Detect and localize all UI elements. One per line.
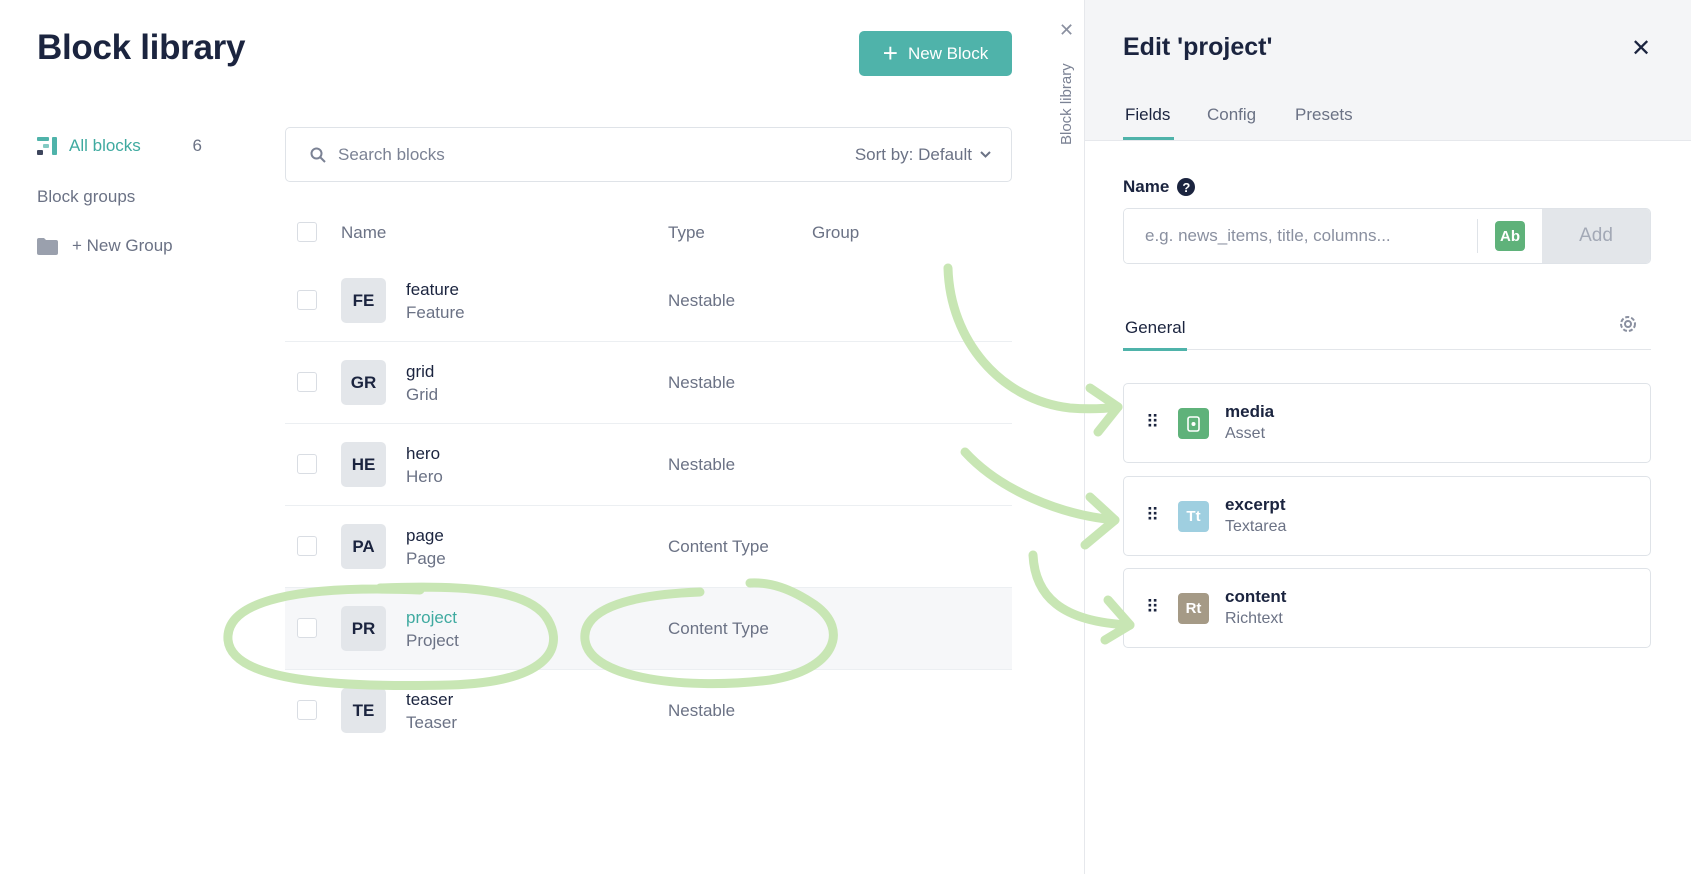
sort-dropdown[interactable]: Sort by: Default bbox=[855, 145, 991, 165]
block-avatar: FE bbox=[341, 278, 386, 323]
block-display-name: Feature bbox=[406, 303, 465, 322]
field-type: Asset bbox=[1225, 425, 1266, 442]
block-type: Nestable bbox=[668, 455, 736, 474]
block-name: project bbox=[406, 608, 458, 627]
select-all-checkbox[interactable] bbox=[297, 222, 317, 242]
row-checkbox[interactable] bbox=[297, 454, 317, 474]
block-display-name: Grid bbox=[406, 385, 439, 404]
help-icon[interactable]: ? bbox=[1177, 178, 1196, 196]
block-type: Nestable bbox=[668, 373, 736, 392]
table-row[interactable]: TE teaser Teaser Nestable bbox=[285, 670, 1012, 752]
add-field-button[interactable]: Add bbox=[1542, 209, 1650, 263]
editor-title: Edit 'project' bbox=[1123, 33, 1273, 61]
block-display-name: Hero bbox=[406, 467, 443, 486]
block-avatar: PR bbox=[341, 606, 386, 651]
blocks-icon bbox=[37, 137, 57, 155]
block-library-side-tab[interactable]: Block library bbox=[1058, 63, 1075, 145]
tab-fields[interactable]: Fields bbox=[1125, 105, 1170, 125]
search-icon bbox=[310, 147, 326, 163]
plus-icon: + bbox=[882, 37, 898, 68]
new-block-label: New Block bbox=[907, 43, 989, 63]
block-type: Content Type bbox=[668, 537, 769, 556]
annotation-arrowhead bbox=[1085, 383, 1123, 437]
column-header-type: Type bbox=[668, 222, 705, 242]
textarea-icon: Tt bbox=[1178, 501, 1209, 532]
page-title: Block library bbox=[37, 28, 246, 67]
table-row[interactable]: GR grid Grid Nestable bbox=[285, 342, 1012, 424]
table-row-selected[interactable]: PR project Project Content Type bbox=[285, 588, 1012, 670]
block-display-name: Page bbox=[406, 549, 446, 568]
drag-handle-icon[interactable]: ⠿ bbox=[1146, 505, 1159, 526]
search-bar: Sort by: Default bbox=[285, 127, 1012, 182]
chevron-down-icon bbox=[980, 151, 991, 158]
row-checkbox[interactable] bbox=[297, 536, 317, 556]
name-field-label: Name ? bbox=[1123, 177, 1196, 197]
block-groups-heading: Block groups bbox=[37, 187, 136, 206]
field-name-input[interactable] bbox=[1124, 209, 1477, 263]
table-row[interactable]: FE feature Feature Nestable bbox=[285, 260, 1012, 342]
sidebar-item-all-blocks[interactable]: All blocks 6 bbox=[37, 136, 202, 156]
block-name: page bbox=[406, 526, 444, 545]
table-header: Name Type Group bbox=[285, 205, 1012, 260]
new-block-button[interactable]: + New Block bbox=[859, 31, 1012, 76]
block-name: hero bbox=[406, 444, 441, 463]
folder-icon bbox=[37, 237, 58, 255]
name-label-text: Name bbox=[1123, 177, 1170, 196]
row-checkbox[interactable] bbox=[297, 700, 317, 720]
block-avatar: HE bbox=[341, 442, 386, 487]
sort-label: Sort by: Default bbox=[854, 144, 972, 164]
field-item[interactable]: ⠿ Tt excerpt Textarea bbox=[1123, 476, 1651, 556]
table-row[interactable]: HE hero Hero Nestable bbox=[285, 424, 1012, 506]
tab-config[interactable]: Config bbox=[1207, 105, 1256, 125]
block-avatar: PA bbox=[341, 524, 386, 569]
new-group-label: + New Group bbox=[72, 236, 173, 255]
column-header-group: Group bbox=[812, 222, 860, 242]
field-type: Textarea bbox=[1225, 518, 1287, 535]
close-icon[interactable]: ✕ bbox=[1631, 34, 1651, 63]
table-row[interactable]: PA page Page Content Type bbox=[285, 506, 1012, 588]
block-type: Content Type bbox=[668, 619, 769, 638]
block-type: Nestable bbox=[668, 291, 736, 310]
tab-divider bbox=[1123, 349, 1651, 350]
tab-general[interactable]: General bbox=[1125, 318, 1185, 338]
gear-icon[interactable] bbox=[1617, 313, 1639, 335]
block-name: teaser bbox=[406, 690, 454, 709]
field-name: excerpt bbox=[1225, 495, 1286, 514]
search-input[interactable] bbox=[338, 144, 855, 165]
column-header-name: Name bbox=[341, 222, 387, 242]
block-display-name: Project bbox=[406, 631, 459, 650]
block-display-name: Teaser bbox=[406, 713, 458, 732]
field-type-badge[interactable]: Ab bbox=[1495, 221, 1525, 251]
active-tab-indicator bbox=[1123, 348, 1187, 351]
new-group-button[interactable]: + New Group bbox=[37, 236, 173, 256]
block-avatar: GR bbox=[341, 360, 386, 405]
tab-presets[interactable]: Presets bbox=[1295, 105, 1353, 125]
field-type: Richtext bbox=[1225, 610, 1283, 627]
active-tab-indicator bbox=[1123, 137, 1174, 140]
drag-handle-icon[interactable]: ⠿ bbox=[1146, 597, 1159, 618]
field-item[interactable]: ⠿ media Asset bbox=[1123, 383, 1651, 463]
input-separator bbox=[1477, 219, 1478, 253]
row-checkbox[interactable] bbox=[297, 290, 317, 310]
annotation-arrow bbox=[1028, 550, 1135, 630]
block-type: Nestable bbox=[668, 701, 736, 720]
name-field-group: Ab Add bbox=[1123, 208, 1651, 264]
row-checkbox[interactable] bbox=[297, 372, 317, 392]
asset-icon bbox=[1178, 408, 1209, 439]
field-name: media bbox=[1225, 402, 1275, 421]
block-avatar: TE bbox=[341, 688, 386, 733]
field-item[interactable]: ⠿ Rt content Richtext bbox=[1123, 568, 1651, 648]
sidebar-item-label: All blocks bbox=[69, 136, 141, 155]
row-checkbox[interactable] bbox=[297, 618, 317, 638]
blocks-table: Name Type Group FE feature Feature Nesta… bbox=[285, 205, 1012, 752]
editor-header bbox=[1085, 0, 1691, 141]
block-name: feature bbox=[406, 280, 459, 299]
annotation-arrowhead bbox=[1080, 492, 1120, 550]
close-icon[interactable]: ✕ bbox=[1059, 20, 1074, 41]
drag-handle-icon[interactable]: ⠿ bbox=[1146, 412, 1159, 433]
field-name: content bbox=[1225, 587, 1287, 606]
blocks-count: 6 bbox=[192, 136, 202, 155]
richtext-icon: Rt bbox=[1178, 593, 1209, 624]
block-name: grid bbox=[406, 362, 435, 381]
